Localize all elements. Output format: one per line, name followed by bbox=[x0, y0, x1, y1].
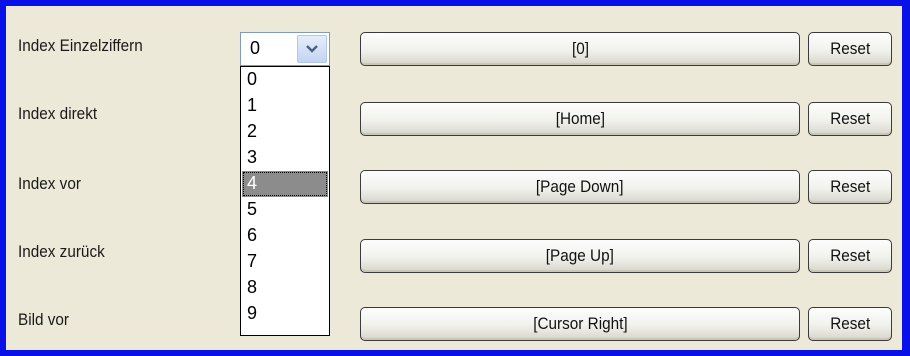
dropdown-option-1[interactable]: 1 bbox=[242, 93, 328, 119]
reset-label: Reset bbox=[830, 246, 870, 265]
digit-dropdown-list: 0 1 2 3 4 5 6 7 8 9 bbox=[240, 66, 330, 336]
key-binding-label: [0] bbox=[571, 39, 589, 58]
dropdown-option-2[interactable]: 2 bbox=[242, 119, 328, 145]
dropdown-arrow-button[interactable] bbox=[297, 35, 327, 63]
digit-select[interactable]: 0 bbox=[240, 32, 330, 66]
key-binding-button-index-zurueck[interactable]: [Page Up] bbox=[360, 239, 800, 273]
dropdown-option-8[interactable]: 8 bbox=[242, 275, 328, 301]
dropdown-option-3[interactable]: 3 bbox=[242, 145, 328, 171]
key-binding-button-index-einzelziffern[interactable]: [0] bbox=[360, 32, 800, 66]
dropdown-option-9[interactable]: 9 bbox=[242, 301, 328, 327]
reset-button-bild-vor[interactable]: Reset bbox=[808, 307, 892, 341]
reset-label: Reset bbox=[830, 177, 870, 196]
label-index-zurueck: Index zurück bbox=[18, 242, 105, 261]
key-binding-button-index-direkt[interactable]: [Home] bbox=[360, 102, 800, 136]
reset-label: Reset bbox=[830, 109, 870, 128]
key-binding-label: [Home] bbox=[555, 109, 605, 128]
label-bild-vor: Bild vor bbox=[18, 310, 70, 329]
key-binding-label: [Cursor Right] bbox=[532, 314, 628, 333]
reset-label: Reset bbox=[830, 39, 870, 58]
key-binding-button-index-vor[interactable]: [Page Down] bbox=[360, 170, 800, 204]
key-binding-label: [Page Down] bbox=[536, 177, 624, 196]
key-binding-button-bild-vor[interactable]: [Cursor Right] bbox=[360, 307, 800, 341]
key-binding-label: [Page Up] bbox=[545, 246, 615, 265]
reset-label: Reset bbox=[830, 314, 870, 333]
reset-button-index-zurueck[interactable]: Reset bbox=[808, 239, 892, 273]
dropdown-option-4[interactable]: 4 bbox=[242, 171, 328, 197]
chevron-down-icon bbox=[306, 44, 318, 53]
digit-select-value: 0 bbox=[250, 38, 261, 58]
reset-button-index-einzelziffern[interactable]: Reset bbox=[808, 32, 892, 66]
dropdown-option-7[interactable]: 7 bbox=[242, 249, 328, 275]
dropdown-option-0[interactable]: 0 bbox=[242, 67, 328, 93]
reset-button-index-vor[interactable]: Reset bbox=[808, 170, 892, 204]
dropdown-option-5[interactable]: 5 bbox=[242, 197, 328, 223]
label-index-einzelziffern: Index Einzelziffern bbox=[18, 36, 143, 55]
label-index-direkt: Index direkt bbox=[18, 104, 98, 123]
dropdown-option-6[interactable]: 6 bbox=[242, 223, 328, 249]
label-index-vor: Index vor bbox=[18, 174, 81, 193]
reset-button-index-direkt[interactable]: Reset bbox=[808, 102, 892, 136]
